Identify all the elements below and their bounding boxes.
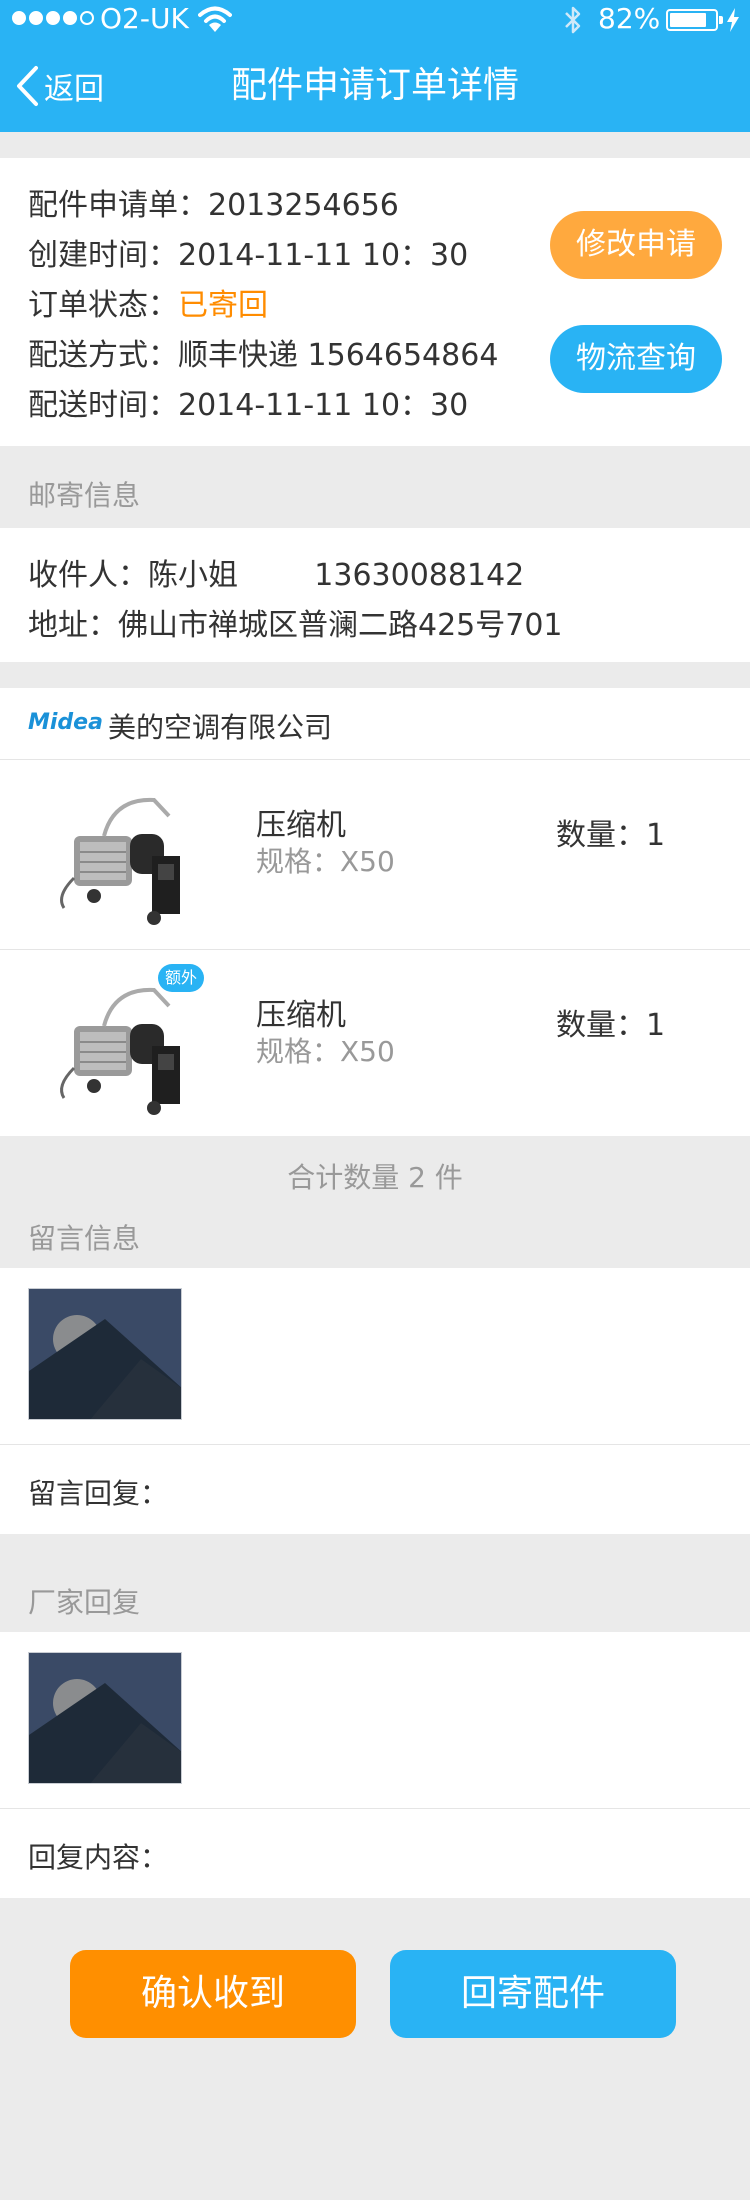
total-quantity: 合计数量 2 件: [287, 1161, 463, 1194]
recipient-info: 收件人：陈小姐 13630088142: [28, 558, 525, 593]
products-panel: Midea 美的空调有限公司 压缩机 规格：X50 数量：1 额外 压缩机 规格…: [0, 688, 750, 1136]
carrier-name: O2-UK: [100, 2, 189, 35]
bluetooth-icon: [565, 6, 581, 34]
battery-percent: 82%: [598, 2, 661, 35]
track-logistics-button[interactable]: 物流查询: [550, 325, 722, 393]
order-status-label: 订单状态：: [28, 288, 178, 323]
order-number: 配件申请单：2013254656: [28, 188, 399, 223]
back-label: 返回: [44, 72, 104, 107]
order-info-panel: 配件申请单：2013254656 创建时间：2014-11-11 10：30 订…: [0, 158, 750, 446]
return-parts-button[interactable]: 回寄配件: [390, 1950, 676, 2038]
vendor-reply-panel: 回复内容：: [0, 1632, 750, 1898]
midea-logo: Midea: [28, 710, 103, 735]
message-reply-label: 留言回复：: [28, 1477, 169, 1510]
confirm-received-button[interactable]: 确认收到: [70, 1950, 356, 2038]
product-spec: 规格：X50: [256, 1035, 395, 1068]
company-row: Midea 美的空调有限公司: [0, 688, 750, 760]
message-section-label: 留言信息: [28, 1222, 141, 1255]
battery-icon: [666, 9, 723, 31]
image-placeholder-icon: [29, 1653, 181, 1783]
order-status-value: 已寄回: [178, 288, 268, 323]
message-panel: 留言回复：: [0, 1268, 750, 1534]
image-placeholder-icon: [29, 1289, 181, 1419]
page-title: 配件申请订单详情: [230, 65, 519, 106]
status-bar: O2-UK 82%: [0, 0, 750, 40]
wifi-icon: [198, 6, 232, 32]
delivery-time: 配送时间：2014-11-11 10：30: [28, 388, 469, 423]
product-quantity: 数量：1: [556, 1008, 666, 1043]
compressor-image: [60, 797, 180, 925]
vendor-section-label: 厂家回复: [28, 1586, 141, 1619]
chevron-left-icon: [17, 66, 38, 106]
back-button[interactable]: 返回: [14, 58, 104, 114]
divider: [0, 1444, 750, 1445]
order-status: 订单状态：已寄回: [28, 280, 268, 324]
vendor-reply-image[interactable]: [28, 1652, 182, 1784]
product-quantity: 数量：1: [556, 818, 666, 853]
created-time: 创建时间：2014-11-11 10：30: [28, 238, 469, 273]
modify-request-button[interactable]: 修改申请: [550, 211, 722, 279]
mailing-info-panel: 收件人：陈小姐 13630088142 地址：佛山市禅城区普澜二路425号701: [0, 528, 750, 662]
product-name: 压缩机: [256, 998, 346, 1033]
product-spec: 规格：X50: [256, 845, 395, 878]
nav-bar: 配件申请订单详情 返回: [0, 40, 750, 132]
divider: [0, 1808, 750, 1809]
charging-icon: [727, 8, 739, 32]
shipping-method: 配送方式：顺丰快递 1564654864: [28, 338, 499, 373]
product-name: 压缩机: [256, 808, 346, 843]
vendor-reply-label: 回复内容：: [28, 1841, 169, 1874]
message-image[interactable]: [28, 1288, 182, 1420]
signal-strength-icon: [12, 11, 94, 25]
extra-badge: 额外: [158, 964, 204, 992]
product-item[interactable]: 额外 压缩机 规格：X50 数量：1: [0, 950, 750, 1140]
company-name: 美的空调有限公司: [108, 711, 333, 744]
address-info: 地址：佛山市禅城区普澜二路425号701: [28, 608, 563, 643]
mailing-section-label: 邮寄信息: [28, 479, 141, 512]
product-item[interactable]: 压缩机 规格：X50 数量：1: [0, 760, 750, 950]
